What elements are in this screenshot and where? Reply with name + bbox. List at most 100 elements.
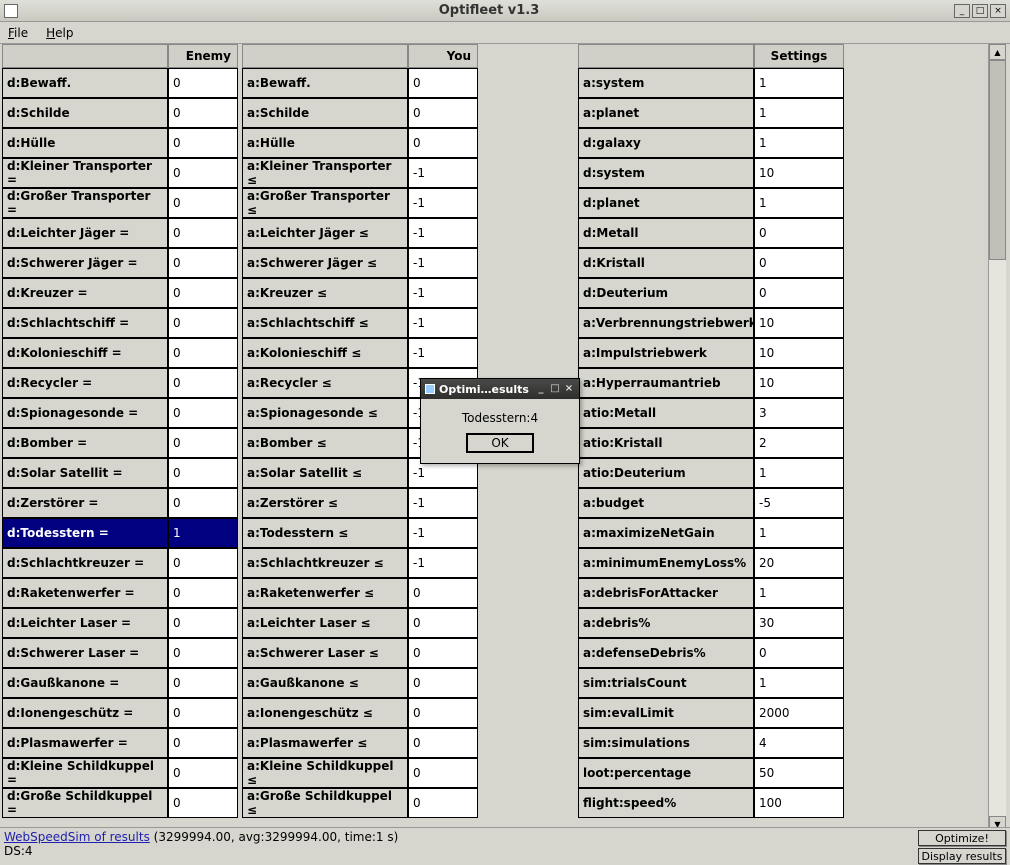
table-row[interactable]: a:maximizeNetGain1: [578, 518, 844, 548]
table-row[interactable]: a:Großer Transporter ≤-1: [242, 188, 478, 218]
menu-file[interactable]: File: [8, 26, 28, 40]
row-value[interactable]: 10: [754, 368, 844, 398]
row-value[interactable]: 0: [408, 728, 478, 758]
table-row[interactable]: d:Großer Transporter =0: [2, 188, 238, 218]
row-value[interactable]: 0: [168, 698, 238, 728]
table-row[interactable]: d:Große Schildkuppel =0: [2, 788, 238, 818]
row-value[interactable]: 0: [168, 398, 238, 428]
table-row[interactable]: flight:speed%100: [578, 788, 844, 818]
table-row[interactable]: d:Ionengeschütz =0: [2, 698, 238, 728]
row-value[interactable]: 0: [168, 218, 238, 248]
table-row[interactable]: a:Todesstern ≤-1: [242, 518, 478, 548]
row-value[interactable]: 1: [754, 518, 844, 548]
row-value[interactable]: 1: [168, 518, 238, 548]
table-row[interactable]: d:Solar Satellit =0: [2, 458, 238, 488]
table-row[interactable]: d:Kleine Schildkuppel =0: [2, 758, 238, 788]
row-value[interactable]: 10: [754, 158, 844, 188]
table-row[interactable]: a:Raketenwerfer ≤0: [242, 578, 478, 608]
row-value[interactable]: 0: [408, 68, 478, 98]
table-row[interactable]: a:budget-5: [578, 488, 844, 518]
table-row[interactable]: d:Leichter Jäger =0: [2, 218, 238, 248]
table-row[interactable]: a:Große Schildkuppel ≤0: [242, 788, 478, 818]
table-row[interactable]: d:Bomber =0: [2, 428, 238, 458]
row-value[interactable]: -1: [408, 248, 478, 278]
dialog-minimize-icon[interactable]: _: [535, 383, 547, 395]
row-value[interactable]: 0: [168, 188, 238, 218]
row-value[interactable]: 10: [754, 338, 844, 368]
row-value[interactable]: 0: [168, 428, 238, 458]
table-row[interactable]: a:Ionengeschütz ≤0: [242, 698, 478, 728]
display-results-button[interactable]: Display results: [918, 848, 1006, 864]
table-row[interactable]: d:Leichter Laser =0: [2, 608, 238, 638]
row-value[interactable]: 2: [754, 428, 844, 458]
row-value[interactable]: 0: [168, 608, 238, 638]
row-value[interactable]: 0: [754, 248, 844, 278]
minimize-button[interactable]: _: [954, 4, 970, 18]
table-row[interactable]: a:Schwerer Laser ≤0: [242, 638, 478, 668]
row-value[interactable]: 0: [168, 278, 238, 308]
table-row[interactable]: d:Deuterium0: [578, 278, 844, 308]
table-row[interactable]: d:galaxy1: [578, 128, 844, 158]
row-value[interactable]: 0: [168, 668, 238, 698]
table-row[interactable]: d:Metall0: [578, 218, 844, 248]
row-value[interactable]: 20: [754, 548, 844, 578]
row-value[interactable]: 0: [168, 578, 238, 608]
row-value[interactable]: 0: [754, 218, 844, 248]
table-row[interactable]: a:Impulstriebwerk10: [578, 338, 844, 368]
table-row[interactable]: a:debris%30: [578, 608, 844, 638]
row-value[interactable]: 0: [408, 668, 478, 698]
dialog-titlebar[interactable]: Optimi…esults _ □ ×: [421, 379, 579, 399]
table-row[interactable]: a:Leichter Jäger ≤-1: [242, 218, 478, 248]
row-value[interactable]: -5: [754, 488, 844, 518]
table-row[interactable]: a:Schwerer Jäger ≤-1: [242, 248, 478, 278]
table-row[interactable]: a:Zerstörer ≤-1: [242, 488, 478, 518]
row-value[interactable]: 1: [754, 188, 844, 218]
table-row[interactable]: d:Todesstern =1: [2, 518, 238, 548]
close-button[interactable]: ×: [990, 4, 1006, 18]
table-row[interactable]: d:Kleiner Transporter =0: [2, 158, 238, 188]
table-row[interactable]: a:Hülle0: [242, 128, 478, 158]
dialog-maximize-icon[interactable]: □: [549, 383, 561, 395]
dialog-ok-button[interactable]: OK: [466, 433, 534, 453]
row-value[interactable]: 0: [408, 758, 478, 788]
table-row[interactable]: a:system1: [578, 68, 844, 98]
table-row[interactable]: d:Plasmawerfer =0: [2, 728, 238, 758]
row-value[interactable]: 0: [168, 308, 238, 338]
row-value[interactable]: -1: [408, 278, 478, 308]
table-row[interactable]: a:Schilde0: [242, 98, 478, 128]
table-row[interactable]: a:Gaußkanone ≤0: [242, 668, 478, 698]
optimize-button[interactable]: Optimize!: [918, 830, 1006, 846]
row-value[interactable]: 0: [168, 128, 238, 158]
row-value[interactable]: 1: [754, 668, 844, 698]
table-row[interactable]: a:Kleiner Transporter ≤-1: [242, 158, 478, 188]
table-row[interactable]: d:Spionagesonde =0: [2, 398, 238, 428]
row-value[interactable]: 0: [408, 608, 478, 638]
scroll-thumb[interactable]: [989, 60, 1006, 260]
row-value[interactable]: 1: [754, 68, 844, 98]
maximize-button[interactable]: □: [972, 4, 988, 18]
scroll-up-icon[interactable]: ▲: [989, 44, 1006, 60]
table-row[interactable]: d:Schlachtschiff =0: [2, 308, 238, 338]
row-value[interactable]: -1: [408, 158, 478, 188]
row-value[interactable]: -1: [408, 488, 478, 518]
table-row[interactable]: a:Schlachtschiff ≤-1: [242, 308, 478, 338]
table-row[interactable]: atio:Metall3: [578, 398, 844, 428]
row-value[interactable]: -1: [408, 518, 478, 548]
row-value[interactable]: 0: [168, 248, 238, 278]
row-value[interactable]: 1: [754, 578, 844, 608]
row-value[interactable]: 0: [754, 278, 844, 308]
table-row[interactable]: d:Kreuzer =0: [2, 278, 238, 308]
row-value[interactable]: 0: [408, 638, 478, 668]
table-row[interactable]: sim:evalLimit2000: [578, 698, 844, 728]
row-value[interactable]: 0: [168, 458, 238, 488]
row-value[interactable]: -1: [408, 548, 478, 578]
row-value[interactable]: 0: [168, 368, 238, 398]
table-row[interactable]: d:Gaußkanone =0: [2, 668, 238, 698]
row-value[interactable]: 0: [168, 728, 238, 758]
table-row[interactable]: a:Plasmawerfer ≤0: [242, 728, 478, 758]
table-row[interactable]: d:Kristall0: [578, 248, 844, 278]
table-row[interactable]: a:Leichter Laser ≤0: [242, 608, 478, 638]
table-row[interactable]: loot:percentage50: [578, 758, 844, 788]
row-value[interactable]: 1: [754, 458, 844, 488]
row-value[interactable]: 0: [168, 548, 238, 578]
